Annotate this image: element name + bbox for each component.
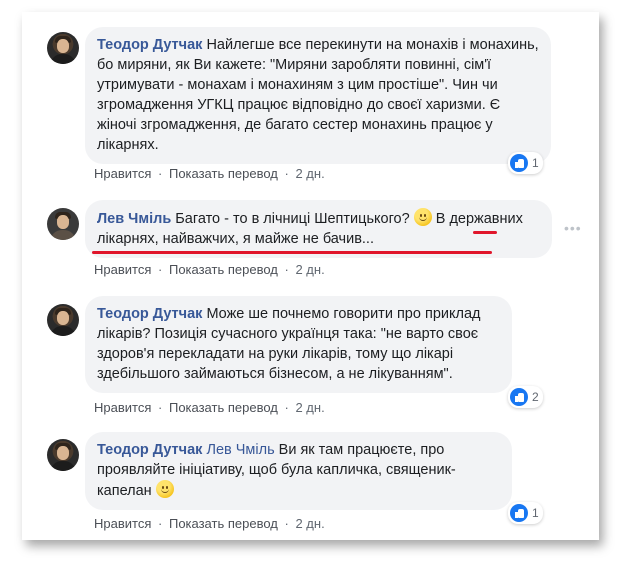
- like-button[interactable]: Нравится: [94, 262, 151, 277]
- timestamp[interactable]: 2 дн.: [295, 166, 324, 181]
- timestamp[interactable]: 2 дн.: [295, 262, 324, 277]
- more-options-icon[interactable]: •••: [564, 220, 582, 236]
- like-icon: [510, 388, 528, 406]
- timestamp[interactable]: 2 дн.: [295, 516, 324, 531]
- comments-panel: Теодор Дутчак Найлегше все перекинути на…: [22, 12, 599, 540]
- like-button[interactable]: Нравится: [94, 516, 151, 531]
- comment-bubble: Теодор Дутчак Лев Чміль Ви як там працює…: [85, 432, 512, 510]
- red-underline-mark: [473, 231, 497, 234]
- separator: ·: [158, 262, 163, 277]
- red-underline-mark: [92, 251, 492, 254]
- translate-button[interactable]: Показать перевод: [169, 262, 278, 277]
- separator: ·: [284, 400, 289, 415]
- comment-text: Багато - то в лічниці Шептицького?: [175, 211, 410, 227]
- author-name[interactable]: Лев Чміль: [97, 211, 171, 227]
- like-icon: [510, 504, 528, 522]
- separator: ·: [158, 400, 163, 415]
- smiley-icon: [413, 208, 432, 226]
- separator: ·: [284, 166, 289, 181]
- avatar[interactable]: [47, 439, 79, 471]
- like-button[interactable]: Нравится: [94, 166, 151, 181]
- comment-actions: Нравится · Показать перевод · 2 дн.: [94, 516, 325, 531]
- smiley-icon: [155, 480, 174, 498]
- comment-bubble: Теодор Дутчак Найлегше все перекинути на…: [85, 27, 551, 164]
- mention-link[interactable]: Лев Чміль: [206, 442, 274, 458]
- likes-count: 1: [532, 506, 539, 520]
- translate-button[interactable]: Показать перевод: [169, 166, 278, 181]
- separator: ·: [158, 166, 163, 181]
- like-icon: [510, 154, 528, 172]
- separator: ·: [158, 516, 163, 531]
- translate-button[interactable]: Показать перевод: [169, 516, 278, 531]
- comment-bubble: Лев Чміль Багато - то в лічниці Шептицьк…: [85, 200, 552, 258]
- likes-count: 2: [532, 390, 539, 404]
- author-name[interactable]: Теодор Дутчак: [97, 37, 202, 53]
- timestamp[interactable]: 2 дн.: [295, 400, 324, 415]
- reactions-count[interactable]: 2: [508, 386, 543, 408]
- comment-actions: Нравится · Показать перевод · 2 дн.: [94, 400, 325, 415]
- author-name[interactable]: Теодор Дутчак: [97, 306, 202, 322]
- comment-actions: Нравится · Показать перевод · 2 дн.: [94, 262, 325, 277]
- reactions-count[interactable]: 1: [508, 152, 543, 174]
- like-button[interactable]: Нравится: [94, 400, 151, 415]
- avatar[interactable]: [47, 208, 79, 240]
- separator: ·: [284, 516, 289, 531]
- avatar[interactable]: [47, 32, 79, 64]
- reactions-count[interactable]: 1: [508, 502, 543, 524]
- comment-actions: Нравится · Показать перевод · 2 дн.: [94, 166, 325, 181]
- comment-bubble: Теодор Дутчак Може ше почнемо говорити п…: [85, 296, 512, 393]
- likes-count: 1: [532, 156, 539, 170]
- author-name[interactable]: Теодор Дутчак: [97, 442, 202, 458]
- avatar[interactable]: [47, 304, 79, 336]
- translate-button[interactable]: Показать перевод: [169, 400, 278, 415]
- comment-text: Найлегше все перекинути на монахів і мон…: [97, 37, 539, 153]
- separator: ·: [284, 262, 289, 277]
